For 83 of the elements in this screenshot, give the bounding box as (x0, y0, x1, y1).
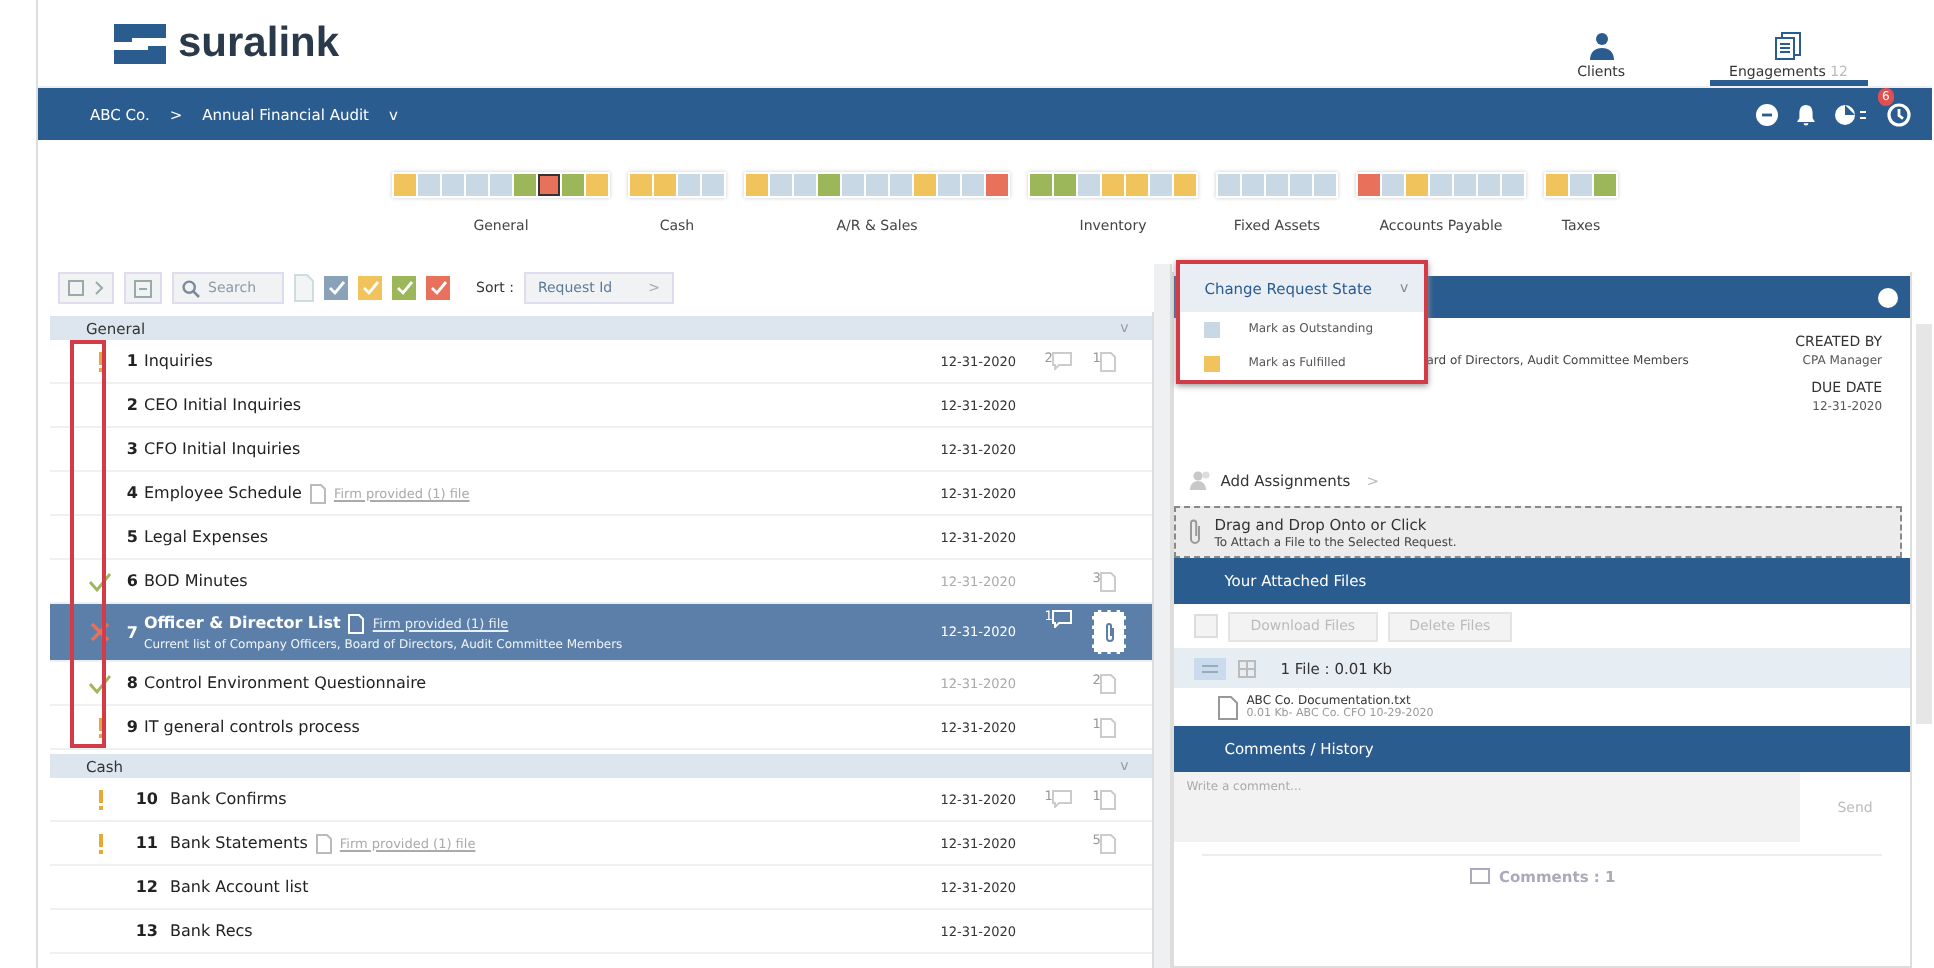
request-title: IT general controls process (144, 718, 360, 736)
file-count: 3 (1092, 571, 1101, 584)
paperclip-icon (1103, 621, 1116, 643)
documents-icon (1774, 32, 1803, 60)
checkmark-icon (88, 571, 112, 591)
status-filter[interactable] (392, 276, 416, 300)
history-icon[interactable] (1886, 101, 1912, 127)
document-icon (309, 483, 326, 503)
brand-name: suralink (178, 19, 340, 67)
request-title: Legal Expenses (144, 528, 269, 546)
document-icon[interactable] (1100, 833, 1117, 853)
request-title: Control Environment Questionnaire (144, 674, 427, 692)
request-title: Inquiries (144, 352, 213, 370)
document-icon[interactable] (1100, 789, 1117, 809)
collapse-icon (134, 279, 152, 297)
file-count: 1 (1092, 717, 1101, 730)
request-number: 10 (133, 790, 158, 808)
status-filter[interactable] (426, 276, 450, 300)
comment-count: 2 (1044, 351, 1053, 364)
progress-square[interactable] (538, 173, 560, 195)
request-number: 12 (133, 878, 158, 896)
checkmark-icon (88, 673, 112, 693)
document-icon (348, 613, 365, 633)
file-count: 2 (1092, 673, 1101, 686)
checkbox-icon[interactable] (1194, 614, 1219, 638)
comment-icon (1469, 868, 1490, 884)
request-title: Bank Statements (170, 834, 308, 852)
status-filter[interactable] (358, 276, 382, 300)
pie-chart-icon[interactable] (1834, 103, 1868, 125)
search-icon (182, 279, 200, 297)
paperclip-icon (1188, 518, 1203, 546)
request-number: 9 (124, 718, 138, 736)
request-title: Bank Confirms (170, 790, 287, 808)
minus-circle-icon[interactable] (1756, 103, 1778, 125)
request-title: Officer & Director List (144, 614, 341, 632)
request-number: 11 (133, 834, 158, 852)
file-count: 1 (1092, 351, 1101, 364)
request-title: Bank Account list (170, 878, 309, 896)
attach-button[interactable] (1092, 610, 1127, 654)
request-title: CEO Initial Inquiries (144, 396, 302, 414)
circle-icon[interactable] (1878, 287, 1899, 307)
grid-view-icon[interactable] (1238, 659, 1257, 677)
comment-count: 1 (1044, 789, 1053, 802)
chevron-icon (94, 280, 104, 296)
select-all-button[interactable] (58, 272, 114, 304)
bell-icon[interactable] (1796, 103, 1816, 125)
request-number: 7 (124, 623, 138, 641)
scrollbar[interactable] (1916, 324, 1932, 724)
logo-icon (114, 23, 166, 63)
request-title: Bank Recs (170, 922, 253, 940)
splitter-handle[interactable] (1154, 264, 1173, 968)
request-number: 6 (124, 572, 138, 590)
people-icon (1190, 470, 1213, 490)
request-title: BOD Minutes (144, 572, 248, 590)
checkbox-icon (68, 280, 84, 296)
request-number: 4 (124, 484, 138, 502)
exclamation-icon (97, 789, 103, 809)
file-count: 5 (1092, 833, 1101, 846)
request-number: 8 (124, 674, 138, 692)
document-icon[interactable] (1100, 571, 1117, 591)
request-number: 3 (124, 440, 138, 458)
exclamation-icon (97, 351, 103, 371)
document-icon (1218, 695, 1239, 719)
request-number: 1 (124, 352, 138, 370)
collapse-button[interactable] (124, 272, 162, 304)
request-title: CFO Initial Inquiries (144, 440, 301, 458)
people-icon (1587, 32, 1616, 60)
exclamation-icon (97, 717, 103, 737)
request-number: 13 (133, 922, 158, 940)
file-count: 1 (1092, 789, 1101, 802)
request-title: Employee Schedule (144, 484, 302, 502)
exclamation-icon (97, 833, 103, 853)
document-icon[interactable] (1100, 351, 1117, 371)
cross-icon (90, 622, 110, 642)
document-icon[interactable] (1100, 717, 1117, 737)
request-number: 5 (124, 528, 138, 546)
document-icon (315, 833, 332, 853)
status-filter[interactable] (324, 276, 348, 300)
request-number: 2 (124, 396, 138, 414)
list-view-icon[interactable] (1194, 657, 1227, 679)
comment-count: 1 (1044, 610, 1053, 623)
document-icon[interactable] (294, 274, 314, 302)
document-icon[interactable] (1100, 673, 1117, 693)
